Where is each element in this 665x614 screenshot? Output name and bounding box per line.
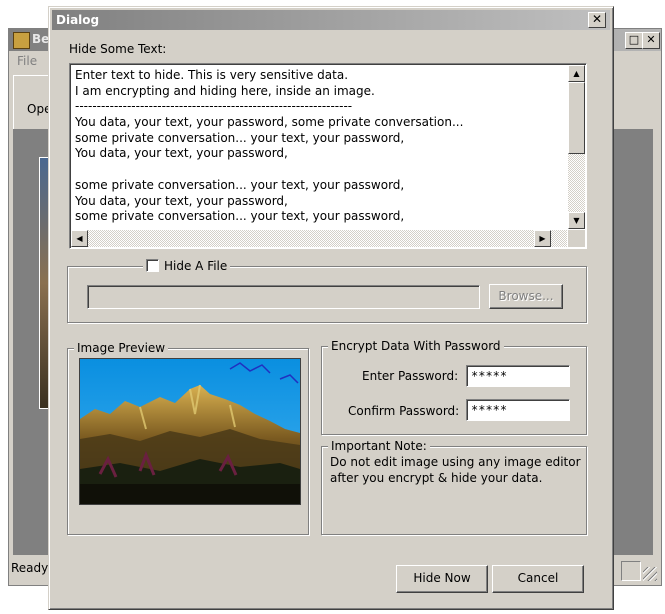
menu-file[interactable]: File <box>17 54 37 68</box>
scroll-down-icon[interactable]: ▼ <box>568 212 585 229</box>
dialog-title-bar[interactable]: Dialog ✕ <box>52 10 610 30</box>
enter-password-input[interactable] <box>466 365 570 387</box>
text-line: ----------------------------------------… <box>75 99 353 114</box>
hide-file-checkbox[interactable] <box>146 259 159 272</box>
vertical-scrollbar[interactable]: ▲ ▼ <box>568 65 585 229</box>
note-text-line2: after you encrypt & hide your data. <box>330 471 543 485</box>
hide-file-legend: Hide A File <box>143 259 231 273</box>
dialog-title: Dialog <box>56 13 100 27</box>
confirm-password-label: Confirm Password: <box>348 404 460 418</box>
close-icon: ✕ <box>591 12 603 26</box>
maximize-icon[interactable]: □ <box>625 32 643 49</box>
hide-now-button[interactable]: Hide Now <box>396 565 488 593</box>
vertical-scroll-thumb[interactable] <box>568 82 585 154</box>
dialog-close-button[interactable]: ✕ <box>588 12 606 28</box>
text-line: Enter text to hide. This is very sensiti… <box>75 68 349 82</box>
status-text: Ready <box>11 561 49 575</box>
note-text-line1: Do not edit image using any image editor <box>330 455 581 469</box>
text-line <box>75 162 561 178</box>
cancel-label: Cancel <box>517 571 559 585</box>
text-line: You data, your text, your password, <box>75 193 288 208</box>
text-line: some private conversation... your text, … <box>75 130 405 145</box>
hide-text-content: Enter text to hide. This is very sensiti… <box>75 68 561 228</box>
text-line: I am encrypting and hiding here, inside … <box>75 83 375 98</box>
status-panel <box>621 561 641 581</box>
encrypt-legend: Encrypt Data With Password <box>328 339 504 353</box>
browse-button[interactable]: Browse... <box>489 284 563 309</box>
image-preview <box>79 358 301 505</box>
scroll-right-icon[interactable]: ▶ <box>534 230 551 247</box>
dialog-window: Dialog ✕ Hide Some Text: Enter text to h… <box>48 6 614 610</box>
scroll-left-icon[interactable]: ◀ <box>71 230 88 247</box>
app-icon <box>13 32 30 49</box>
confirm-password-input[interactable] <box>466 399 570 421</box>
close-icon[interactable]: ✕ <box>642 32 660 49</box>
browse-button-label: Browse... <box>498 289 554 303</box>
note-legend: Important Note: <box>328 439 430 453</box>
horizontal-scrollbar[interactable]: ◀ ▶ <box>71 230 567 247</box>
resize-grip-icon[interactable] <box>643 567 657 581</box>
text-line: some private conversation... your text, … <box>75 209 405 224</box>
background-title: Be <box>32 32 50 46</box>
enter-password-label: Enter Password: <box>362 369 459 383</box>
hide-text-label: Hide Some Text: <box>69 42 167 56</box>
image-preview-legend: Image Preview <box>74 341 169 355</box>
hide-now-label: Hide Now <box>413 571 471 585</box>
text-line: You data, your text, your password, <box>75 146 288 161</box>
file-path-field <box>87 285 480 309</box>
text-line: You data, your text, your password, some… <box>75 115 464 130</box>
cancel-button[interactable]: Cancel <box>492 565 584 593</box>
scroll-corner <box>568 230 585 247</box>
scroll-up-icon[interactable]: ▲ <box>568 65 585 82</box>
hide-file-label: Hide A File <box>164 259 228 273</box>
image-preview-picture <box>80 359 300 504</box>
encrypt-group <box>321 346 587 435</box>
text-line: some private conversation... your text, … <box>75 177 405 192</box>
hide-text-textarea[interactable]: Enter text to hide. This is very sensiti… <box>69 63 587 249</box>
